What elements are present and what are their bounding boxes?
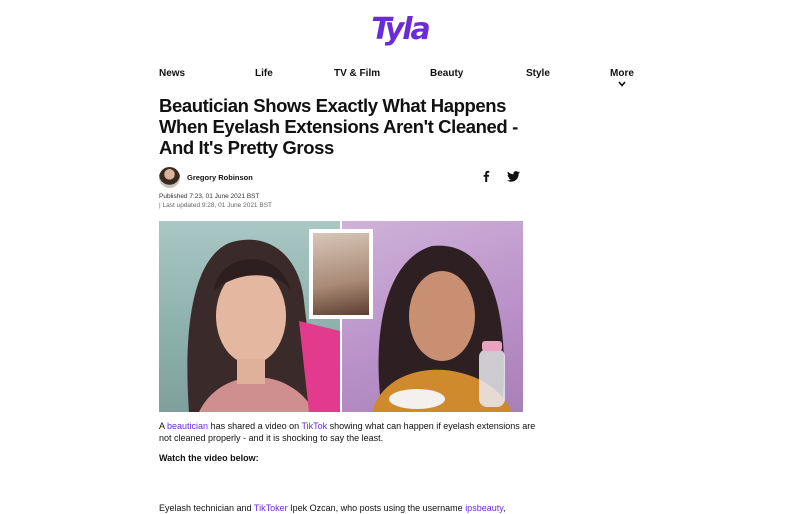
paragraph-text: Eyelash technician and [159,503,254,513]
hero-inset-closeup [309,229,373,319]
link-tiktok[interactable]: TikTok [301,421,327,431]
article-paragraph: Eyelash technician and TikToker Ipek Ozc… [159,502,539,514]
chevron-down-icon [618,79,626,90]
article-title: Beautician Shows Exactly What Happens Wh… [159,95,518,158]
twitter-icon[interactable] [507,169,520,187]
article-paragraph: A beautician has shared a video on TikTo… [159,420,539,444]
nav-item-life[interactable]: Life [255,68,273,79]
nav-item-tv-film[interactable]: TV & Film [334,68,380,79]
site-logo[interactable]: Tyla [0,12,800,47]
nav-more-label: More [610,68,634,79]
published-date: Published 7:23, 01 June 2021 BST [159,193,260,200]
hero-image [159,221,523,412]
logo-text[interactable]: Tyla [371,12,431,47]
updated-date: | Last updated 9:28, 01 June 2021 BST [159,202,272,209]
article-meta: Published 7:23, 01 June 2021 BST | Last … [159,192,272,210]
link-ipsbeauty[interactable]: ipsbeauty [465,503,503,513]
facebook-icon[interactable] [481,169,491,187]
link-beautician[interactable]: beautician [167,421,208,431]
author-name[interactable]: Gregory Robinson [187,173,253,182]
paragraph-text: A [159,421,168,431]
paragraph-text: , [503,503,506,513]
link-tiktoker[interactable]: TikToker [254,503,288,513]
avatar[interactable] [159,166,180,188]
video-heading: Watch the video below: [159,453,259,463]
author-byline[interactable]: Gregory Robinson [159,166,253,188]
paragraph-text: Ipek Ozcan, who posts using the username [287,503,466,513]
nav-item-beauty[interactable]: Beauty [430,68,463,79]
nav-item-more[interactable]: More [610,68,649,90]
nav-item-news[interactable]: News [159,68,185,79]
nav-item-style[interactable]: Style [526,68,550,79]
paragraph-text: has shared a video on [208,421,302,431]
main-nav: News Life TV & Film Beauty Style More [159,68,649,87]
